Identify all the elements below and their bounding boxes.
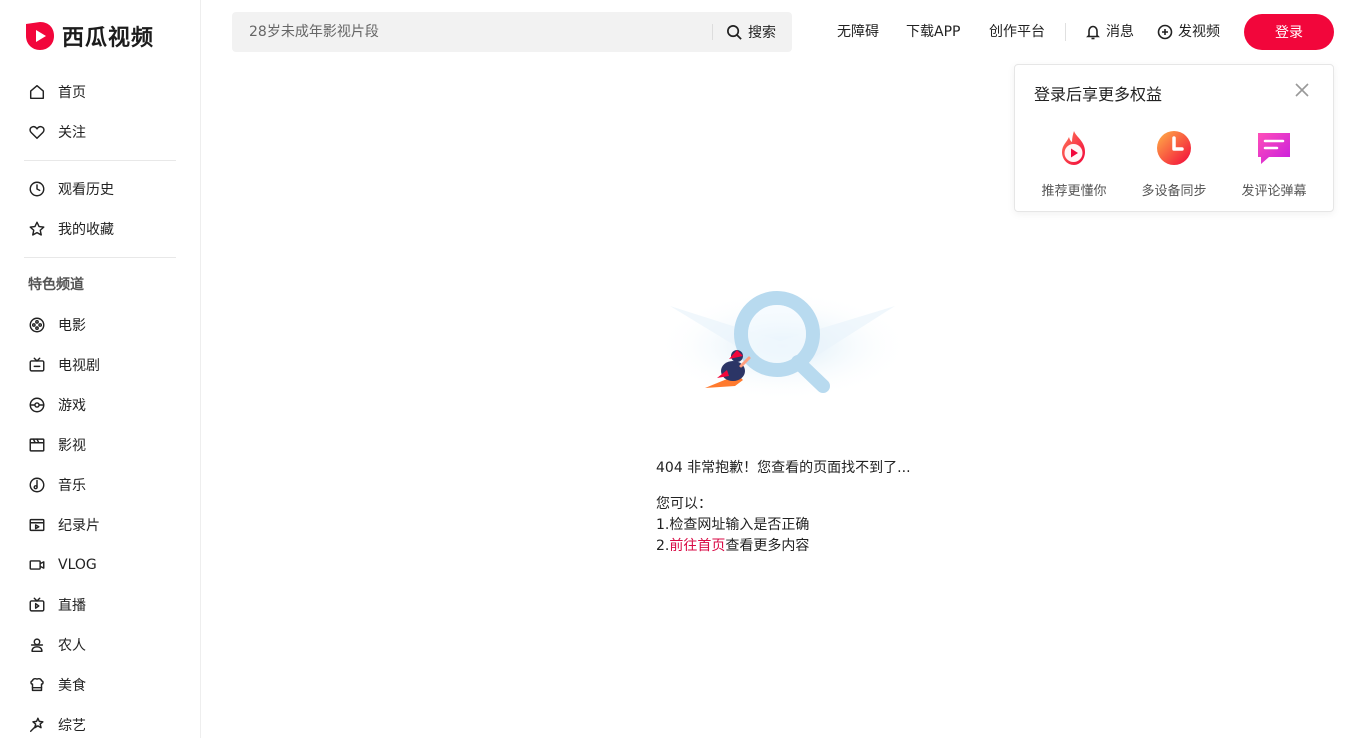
logo-text: 西瓜视频	[62, 26, 155, 51]
clapperboard-icon	[27, 435, 47, 455]
creator-platform-link[interactable]: 创作平台	[989, 22, 1045, 42]
farmer-icon	[27, 635, 47, 655]
sidebar-item-label: 电影	[58, 318, 86, 334]
sidebar-item-film[interactable]: 影视	[24, 427, 176, 463]
benefit-label: 多设备同步	[1141, 184, 1207, 199]
sidebar-item-variety[interactable]: 综艺	[24, 707, 176, 738]
suggestion-intro: 您可以：	[656, 496, 712, 512]
search-divider	[712, 24, 713, 40]
sidebar-divider	[24, 160, 176, 161]
login-benefits-popup: 登录后享更多权益 推荐更懂你 多设备同步 发评论弹幕	[1014, 64, 1334, 212]
sidebar-item-music[interactable]: 音乐	[24, 467, 176, 503]
sidebar-item-farmer[interactable]: 农人	[24, 627, 176, 663]
sidebar-item-label: 观看历史	[58, 182, 114, 198]
sidebar-item-history[interactable]: 观看历史	[24, 171, 176, 207]
search-icon	[727, 24, 742, 40]
sidebar-item-food[interactable]: 美食	[24, 667, 176, 703]
logo-icon	[26, 22, 54, 50]
close-button[interactable]	[1295, 82, 1313, 100]
sidebar-item-label: 首页	[58, 85, 86, 101]
live-icon	[27, 595, 47, 615]
sidebar-item-home[interactable]: 首页	[24, 74, 176, 110]
search-input[interactable]	[232, 12, 712, 52]
search-button-label: 搜索	[748, 25, 776, 41]
sidebar-item-favorites[interactable]: 我的收藏	[24, 211, 176, 247]
sidebar-item-follow[interactable]: 关注	[24, 114, 176, 150]
sidebar-item-label: 关注	[58, 125, 86, 141]
sidebar-item-label: 综艺	[58, 718, 86, 734]
gamepad-icon	[27, 395, 47, 415]
benefit-recommend: 推荐更懂你	[1034, 129, 1114, 199]
messages-button[interactable]: 消息	[1085, 22, 1134, 42]
app-root: 西瓜视频 首页 关注 观看历史 我的收藏 特色频道 电影 电视剧 游戏 影视 音…	[0, 0, 1366, 738]
benefit-sync: 多设备同步	[1134, 129, 1214, 199]
sidebar-item-label: 游戏	[58, 398, 86, 414]
sidebar-item-label: VLOG	[58, 557, 97, 573]
suggestion-check-url: 1.检查网址输入是否正确	[656, 517, 810, 533]
sidebar-item-tv[interactable]: 电视剧	[24, 347, 176, 383]
popup-title: 登录后享更多权益	[1034, 85, 1163, 104]
download-app-link[interactable]: 下载APP	[906, 22, 960, 42]
suggestion-prefix: 2.	[656, 538, 670, 554]
sidebar-item-movie[interactable]: 电影	[24, 307, 176, 343]
flame-play-icon	[1062, 131, 1085, 165]
sidebar-divider	[24, 257, 176, 258]
sidebar-item-label: 音乐	[58, 478, 86, 494]
camera-icon	[27, 555, 47, 575]
sidebar-item-label: 农人	[58, 638, 86, 654]
sidebar-item-documentary[interactable]: 纪录片	[24, 507, 176, 543]
sidebar-item-game[interactable]: 游戏	[24, 387, 176, 423]
film-reel-icon	[27, 315, 47, 335]
search-bar: 搜索	[232, 12, 792, 52]
sidebar-item-live[interactable]: 直播	[24, 587, 176, 623]
sidebar: 西瓜视频 首页 关注 观看历史 我的收藏 特色频道 电影 电视剧 游戏 影视 音…	[0, 0, 201, 738]
home-icon	[27, 82, 47, 102]
not-found-illustration	[655, 291, 910, 401]
suggestion-go-home: 2.前往首页查看更多内容	[656, 536, 809, 557]
documentary-icon	[27, 515, 47, 535]
sidebar-item-vlog[interactable]: VLOG	[24, 547, 176, 583]
sidebar-item-label: 我的收藏	[58, 222, 114, 238]
benefit-comment: 发评论弹幕	[1234, 129, 1314, 199]
plus-circle-icon	[1157, 24, 1173, 40]
sidebar-item-label: 电视剧	[58, 358, 100, 374]
login-button[interactable]: 登录	[1244, 14, 1334, 50]
error-title: 404 非常抱歉！您查看的页面找不到了...	[656, 460, 911, 476]
error-suggestions: 您可以： 1.检查网址输入是否正确 2.前往首页查看更多内容	[656, 494, 809, 557]
benefit-label: 推荐更懂你	[1041, 184, 1107, 199]
header-divider	[1065, 23, 1066, 41]
messages-label: 消息	[1106, 24, 1134, 40]
upload-video-button[interactable]: 发视频	[1157, 22, 1220, 42]
variety-icon	[27, 715, 47, 735]
tv-icon	[27, 355, 47, 375]
music-icon	[27, 475, 47, 495]
sidebar-item-label: 直播	[58, 598, 86, 614]
heart-icon	[27, 122, 47, 142]
comment-icon	[1258, 133, 1290, 164]
sidebar-item-label: 影视	[58, 438, 86, 454]
benefit-label: 发评论弹幕	[1241, 184, 1307, 199]
clock-sync-icon	[1157, 131, 1191, 165]
close-icon	[1295, 83, 1309, 97]
history-icon	[27, 179, 47, 199]
upload-label: 发视频	[1178, 24, 1220, 40]
sidebar-item-label: 美食	[58, 678, 86, 694]
accessibility-link[interactable]: 无障碍	[837, 22, 879, 42]
food-icon	[27, 675, 47, 695]
go-home-link[interactable]: 前往首页	[669, 538, 725, 554]
suggestion-suffix: 查看更多内容	[725, 538, 810, 554]
logo[interactable]: 西瓜视频	[24, 19, 154, 53]
bell-icon	[1086, 25, 1100, 40]
sidebar-item-label: 纪录片	[58, 518, 100, 534]
sidebar-section-title: 特色频道	[28, 277, 84, 293]
search-button[interactable]: 搜索	[726, 12, 776, 52]
star-icon	[27, 219, 47, 239]
